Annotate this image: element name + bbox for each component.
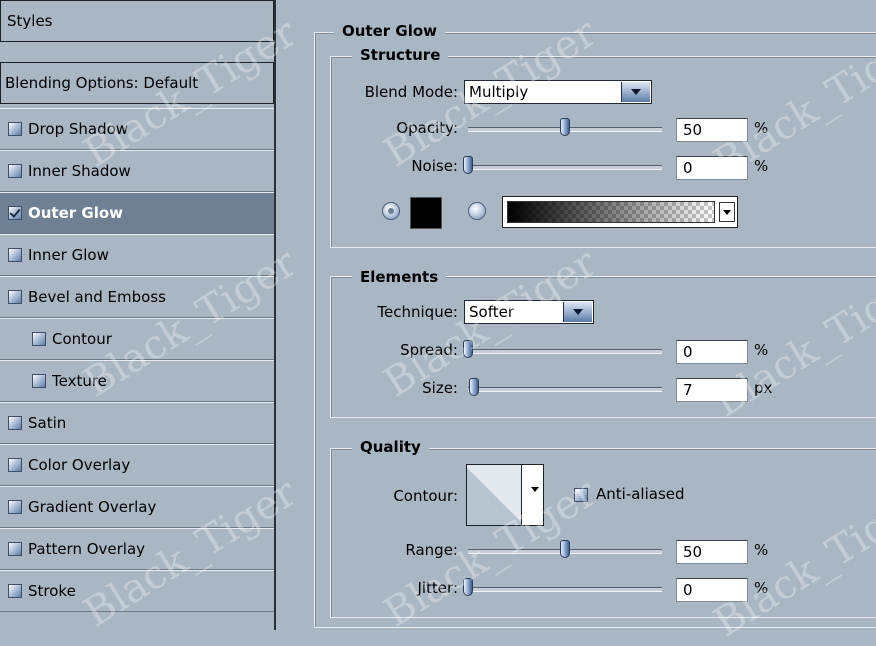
contour-label: Contour: [393,487,458,505]
sidebar-item-label: Pattern Overlay [28,540,146,558]
sidebar-item-label: Bevel and Emboss [28,288,166,306]
opacity-label: Opacity: [396,119,458,137]
solid-color-radio[interactable] [382,202,400,220]
sidebar-item-color-overlay[interactable]: Color Overlay [0,444,274,486]
styles-header-label: Styles [7,12,53,30]
range-slider-thumb[interactable] [560,540,570,558]
jitter-label: Jitter: [417,579,458,597]
technique-value: Softer [469,303,514,321]
sidebar-item-satin[interactable]: Satin [0,402,274,444]
drop-shadow-checkbox[interactable] [8,122,22,136]
chevron-down-icon[interactable] [621,82,650,102]
quality-frame [330,448,876,618]
chevron-down-icon[interactable] [531,487,539,492]
chevron-down-icon[interactable] [563,302,592,322]
noise-unit: % [754,157,769,175]
gradient-radio[interactable] [468,202,486,220]
blend-mode-dropdown[interactable]: Multiply [464,80,652,104]
noise-slider-thumb[interactable] [463,156,473,174]
chevron-down-icon[interactable] [719,202,735,222]
outer-glow-checkbox[interactable] [8,206,22,220]
inner-glow-checkbox[interactable] [8,248,22,262]
sidebar-item-label: Inner Glow [28,246,109,264]
sidebar-item-label: Outer Glow [28,204,124,222]
inner-shadow-checkbox[interactable] [8,164,22,178]
jitter-unit: % [754,579,769,597]
range-unit: % [754,541,769,559]
sidebar-item-gradient-overlay[interactable]: Gradient Overlay [0,486,274,528]
sidebar-item-label: Inner Shadow [28,162,131,180]
spread-input[interactable]: 0 [676,340,748,364]
sidebar-item-label: Stroke [28,582,76,600]
noise-label: Noise: [411,157,458,175]
styles-sidebar: Styles Blending Options: Default Drop Sh… [0,0,276,630]
noise-input[interactable]: 0 [676,156,748,180]
spread-slider-track[interactable] [468,349,662,354]
sidebar-item-contour[interactable]: Contour [0,318,274,360]
contour-checkbox[interactable] [32,332,46,346]
sidebar-item-label: Gradient Overlay [28,498,157,516]
size-input[interactable]: 7 [676,378,748,402]
structure-title: Structure [352,46,449,64]
gradient-overlay-checkbox[interactable] [8,500,22,514]
styles-header[interactable]: Styles [0,0,274,42]
blending-options-item[interactable]: Blending Options: Default [0,62,274,104]
bevel-emboss-checkbox[interactable] [8,290,22,304]
panel-title: Outer Glow [334,22,446,40]
sidebar-item-stroke[interactable]: Stroke [0,570,274,612]
spread-label: Spread: [400,341,458,359]
contour-picker[interactable] [466,464,544,526]
range-input[interactable]: 50 [676,540,748,564]
spread-unit: % [754,341,769,359]
size-slider-thumb[interactable] [468,378,479,396]
glow-color-swatch[interactable] [410,197,442,229]
sidebar-item-label: Satin [28,414,67,432]
sidebar-item-label: Color Overlay [28,456,131,474]
sidebar-item-inner-glow[interactable]: Inner Glow [0,234,274,276]
noise-slider-track[interactable] [468,165,662,170]
jitter-slider-thumb[interactable] [463,578,473,596]
blend-mode-value: Multiply [469,83,529,101]
color-overlay-checkbox[interactable] [8,458,22,472]
size-label: Size: [422,379,458,397]
blend-mode-label: Blend Mode: [364,83,458,101]
sidebar-item-bevel-emboss[interactable]: Bevel and Emboss [0,276,274,318]
gradient-preview [507,201,715,223]
contour-preview [467,465,522,525]
texture-checkbox[interactable] [32,374,46,388]
opacity-unit: % [754,119,769,137]
size-unit: px [754,379,773,397]
sidebar-item-label: Contour [52,330,112,348]
sidebar-item-label: Drop Shadow [28,120,129,138]
stroke-checkbox[interactable] [8,584,22,598]
anti-aliased-checkbox[interactable] [574,488,588,502]
technique-dropdown[interactable]: Softer [464,300,594,324]
blending-options-label: Blending Options: Default [5,74,199,92]
sidebar-item-drop-shadow[interactable]: Drop Shadow [0,108,274,150]
jitter-slider-track[interactable] [468,587,662,592]
opacity-input[interactable]: 50 [676,118,748,142]
range-label: Range: [405,541,458,559]
sidebar-item-texture[interactable]: Texture [0,360,274,402]
opacity-slider-thumb[interactable] [560,118,570,136]
gradient-picker[interactable] [502,196,738,228]
elements-title: Elements [352,268,447,286]
sidebar-item-inner-shadow[interactable]: Inner Shadow [0,150,274,192]
technique-label: Technique: [377,303,458,321]
spread-slider-thumb[interactable] [463,340,473,358]
pattern-overlay-checkbox[interactable] [8,542,22,556]
sidebar-item-pattern-overlay[interactable]: Pattern Overlay [0,528,274,570]
jitter-input[interactable]: 0 [676,578,748,602]
sidebar-item-outer-glow[interactable]: Outer Glow [0,192,274,234]
size-slider-track[interactable] [468,387,662,392]
satin-checkbox[interactable] [8,416,22,430]
sidebar-item-label: Texture [52,372,107,390]
quality-title: Quality [352,438,429,456]
anti-aliased-label: Anti-aliased [596,485,685,503]
